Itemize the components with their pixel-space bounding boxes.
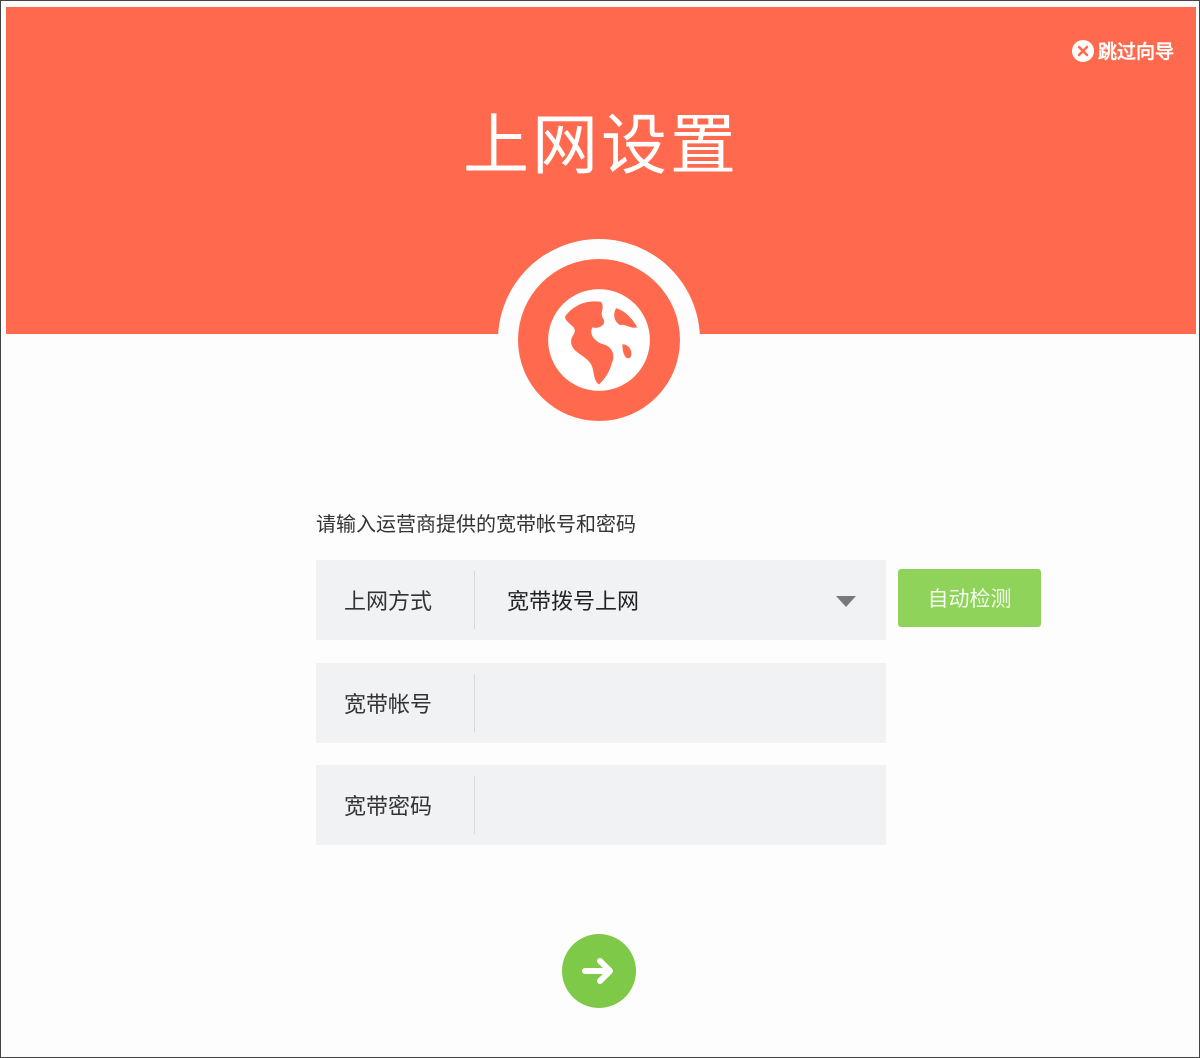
connection-type-select[interactable]: 宽带拨号上网 — [475, 560, 886, 640]
next-button[interactable] — [562, 934, 636, 1008]
globe-badge-inner — [518, 259, 680, 421]
account-label: 宽带帐号 — [344, 693, 433, 718]
globe-badge — [498, 239, 700, 441]
auto-detect-button[interactable]: 自动检测 — [898, 569, 1041, 627]
arrow-right-icon — [582, 958, 613, 984]
skip-wizard-label: 跳过向导 — [1097, 41, 1174, 63]
connection-type-label: 上网方式 — [344, 590, 433, 615]
skip-wizard-button[interactable]: 跳过向导 — [1071, 37, 1174, 64]
account-row: 宽带帐号 — [316, 662, 886, 744]
page-title: 上网设置 — [463, 107, 739, 184]
connection-type-value: 宽带拨号上网 — [507, 590, 640, 615]
setup-window: 跳过向导 上网设置 请输入运营商提供的宽带帐号和密码 上网方式 宽带拨号上网 自… — [0, 0, 1200, 1058]
password-label: 宽带密码 — [344, 795, 433, 820]
account-field-wrapper — [475, 662, 886, 744]
triangle-down-icon[interactable] — [836, 596, 856, 607]
form-instruction: 请输入运营商提供的宽带帐号和密码 — [316, 512, 636, 536]
account-input[interactable] — [507, 662, 886, 744]
password-row: 宽带密码 — [316, 764, 886, 846]
connection-type-row: 上网方式 宽带拨号上网 — [316, 560, 886, 640]
close-circle-icon — [1071, 39, 1094, 62]
password-field-wrapper — [475, 764, 886, 846]
password-input[interactable] — [507, 764, 886, 846]
globe-icon — [548, 289, 650, 391]
